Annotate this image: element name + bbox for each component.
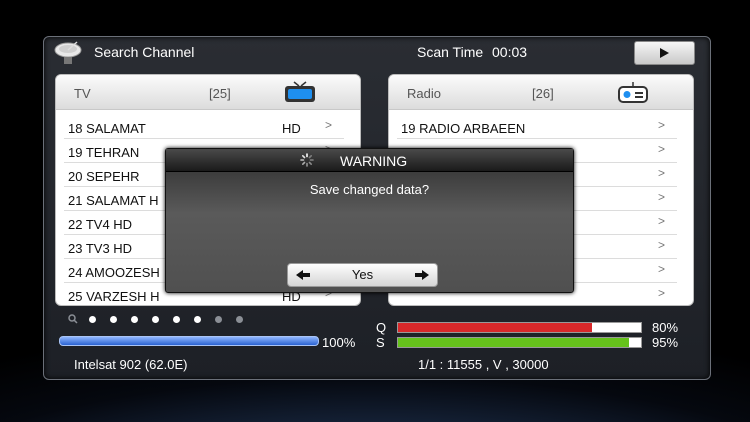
quality-label: Q [376,320,387,335]
dialog-title: WARNING [340,153,408,169]
play-button[interactable] [634,41,695,65]
strength-percent: 95% [652,335,679,350]
radio-icon [618,82,648,103]
radio-channel-count: [26] [532,86,554,101]
channel-hd-tag: HD [282,121,301,136]
chevron-right-icon: > [657,118,665,132]
chevron-right-icon: > [657,166,665,180]
page-dot [194,316,201,323]
chevron-right-icon: > [657,238,665,252]
scan-progress-bar [59,336,319,346]
quality-percent: 80% [652,320,679,335]
radio-panel-title: Radio [407,86,441,101]
radio-channel-row[interactable]: 19 RADIO ARBAEEN > [397,115,677,139]
scan-time-value: 00:03 [492,44,528,60]
dialog-message: Save changed data? [309,182,430,197]
arrow-right-icon[interactable] [415,270,429,280]
channel-name: 23 TV3 HD [68,241,133,256]
tv-panel-title: TV [74,86,91,101]
satellite-info: Intelsat 902 (62.0E) [74,357,188,372]
dialog-header: WARNING [166,149,573,172]
search-icon [68,314,78,324]
page-dot [236,316,243,323]
page-title: Search Channel [94,44,195,60]
page-dot [215,316,222,323]
chevron-right-icon: > [657,262,665,276]
scan-progress-percent: 100% [322,335,356,350]
strength-meter [397,337,642,348]
quality-meter-fill [398,323,593,332]
channel-name: 25 VARZESH H [68,289,160,304]
tv-icon [285,81,315,102]
chevron-right-icon: > [657,190,665,204]
satellite-dish-icon [54,41,82,64]
page-dot [152,316,159,323]
chevron-right-icon: > [657,142,665,156]
channel-name: 24 AMOOZESH [68,265,160,280]
chevron-right-icon: > [324,118,332,132]
chevron-right-icon: > [657,286,665,300]
scan-time-label: Scan Time [417,44,484,60]
strength-meter-fill [398,338,629,347]
page-dot [110,316,117,323]
page-dot [173,316,180,323]
warning-dialog: WARNING Save changed data? Yes [165,148,574,293]
page-dot [131,316,138,323]
loading-spinner-icon [300,153,314,167]
quality-meter [397,322,642,333]
channel-name: 19 RADIO ARBAEEN [401,121,526,136]
channel-name: 18 SALAMAT [68,121,146,136]
channel-name: 19 TEHRAN [68,145,140,160]
channel-name: 22 TV4 HD [68,217,133,232]
strength-label: S [376,335,385,350]
tv-panel-header: TV [25] [56,75,360,110]
radio-panel-header: Radio [26] [389,75,693,110]
channel-name: 21 SALAMAT H [68,193,159,208]
channel-name: 20 SEPEHR [68,169,140,184]
chevron-right-icon: > [657,214,665,228]
tv-channel-row[interactable]: 18 SALAMAT HD > [64,115,344,139]
yes-button[interactable]: Yes [287,263,438,287]
transponder-info: 1/1 : 11555 , V , 30000 [418,357,549,372]
page-dot [89,316,96,323]
play-icon [660,48,669,58]
tv-channel-count: [25] [209,86,231,101]
